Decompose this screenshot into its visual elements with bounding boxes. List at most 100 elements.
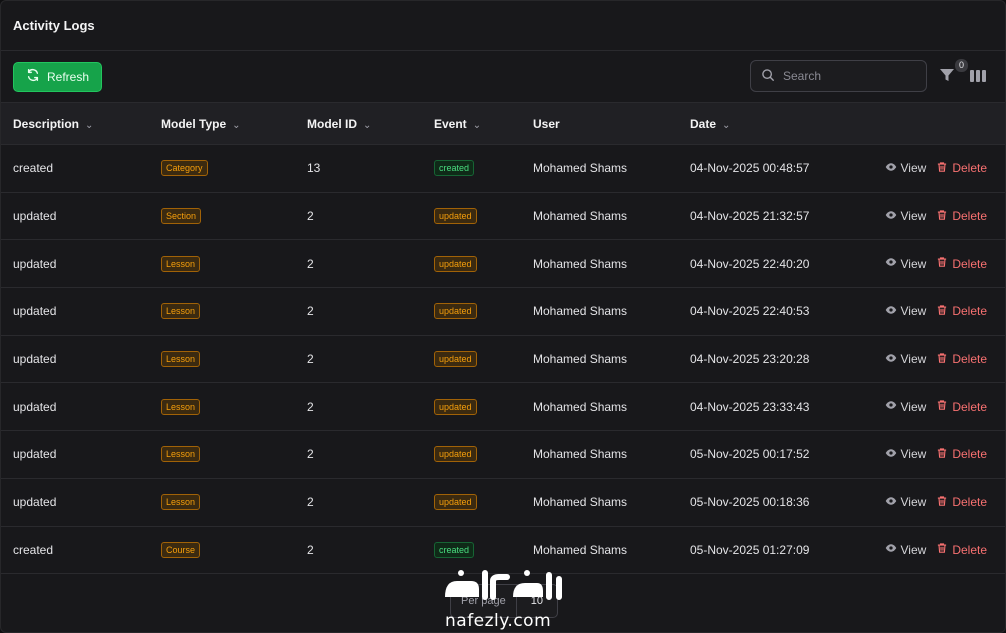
cell-description: updated [13,495,57,510]
cell-model-type: Lesson [149,240,295,288]
activity-log-table: Description ⌄ Model Type ⌄ Model ID ⌄ Event… [1,102,1005,574]
delete-button[interactable]: Delete [936,209,987,224]
cell-actions: View Delete [858,240,1005,288]
cell-date: 04-Nov-2025 00:48:57 [690,161,810,176]
cell-user: Mohamed Shams [533,352,628,367]
event-badge: updated [434,255,477,272]
delete-button[interactable]: Delete [936,447,987,462]
cell-date: 04-Nov-2025 23:33:43 [690,399,810,414]
column-header-actions [858,103,1005,145]
column-header-model-type[interactable]: Model Type ⌄ [149,103,295,145]
trash-icon [936,304,948,319]
eye-icon [885,209,897,224]
columns-toggle-icon[interactable] [969,68,987,84]
view-label: View [900,542,927,557]
model-type-badge: Lesson [161,494,201,511]
cell-user: Mohamed Shams [533,542,628,557]
column-header-model-id[interactable]: Model ID ⌄ [295,103,422,145]
cell-event: created [422,526,521,574]
trash-icon [936,161,948,176]
cell-actions: View Delete [858,431,1005,479]
cell-actions: View Delete [858,383,1005,431]
cell-description: updated [13,399,57,414]
view-button[interactable]: View [885,256,926,271]
table-row: updated Lesson 2 updated Mohamed Shams 04-Nov… [1,383,1005,431]
cell-model-type: Lesson [149,383,295,431]
model-type-badge: Lesson [161,351,201,368]
model-type-badge: Lesson [161,398,201,415]
view-button[interactable]: View [885,352,927,367]
delete-button[interactable]: Delete [936,352,987,367]
cell-date: 04-Nov-2025 22:40:53 [690,304,810,319]
refresh-icon [26,68,40,85]
cell-date: 04-Nov-2025 22:40:20 [690,256,810,271]
refresh-button[interactable]: Refresh [13,61,103,92]
event-badge: updated [434,351,477,368]
cell-actions: View Delete [858,335,1005,383]
cell-actions: View Delete [858,145,1005,193]
cell-event: updated [422,335,521,383]
cell-model-id: 2 [307,495,314,510]
view-label: View [900,352,927,367]
delete-button[interactable]: Delete [936,256,987,271]
cell-user: Mohamed Shams [533,495,628,510]
cell-model-type: Category [149,145,295,193]
delete-button[interactable]: Delete [936,542,987,557]
view-button[interactable]: View [885,542,927,557]
cell-user: Mohamed Shams [533,399,628,414]
cell-model-id: 13 [307,161,321,176]
cell-model-type: Lesson [149,478,295,526]
trash-icon [936,542,948,557]
event-badge: updated [434,303,477,320]
event-badge: created [434,160,475,177]
cell-model-type: Lesson [149,288,295,336]
column-header-event[interactable]: Event ⌄ [422,103,521,145]
cell-model-type: Lesson [149,335,295,383]
view-button[interactable]: View [885,399,926,414]
trash-icon [936,256,948,271]
cell-event: updated [422,192,521,240]
chevron-down-icon: ⌄ [472,119,482,131]
view-button[interactable]: View [885,304,926,319]
event-badge: created [434,541,475,558]
per-page-select[interactable]: Per page 10 [450,584,558,618]
delete-button[interactable]: Delete [936,161,987,176]
cell-actions: View Delete [858,526,1005,574]
cell-model-id: 2 [307,256,314,271]
column-header-description[interactable]: Description ⌄ [1,103,149,145]
trash-icon [936,352,948,367]
delete-label: Delete [952,352,987,367]
model-type-badge: Lesson [161,303,201,320]
delete-label: Delete [952,209,987,224]
view-button[interactable]: View [885,209,926,224]
delete-label: Delete [952,399,987,414]
view-button[interactable]: View [885,495,927,510]
cell-event: created [422,145,521,193]
view-label: View [900,495,927,510]
trash-icon [936,495,948,510]
eye-icon [885,304,897,319]
delete-button[interactable]: Delete [936,304,987,319]
toolbar: Refresh 0 [1,51,1005,102]
event-badge: updated [434,446,477,463]
trash-icon [936,447,948,462]
eye-icon [885,447,897,462]
delete-button[interactable]: Delete [936,495,987,510]
cell-user: Mohamed Shams [533,161,628,176]
eye-icon [885,352,897,367]
column-header-date[interactable]: Date ⌄ [678,103,858,145]
search-input[interactable] [783,69,913,83]
table-row: updated Section 2 updated Mohamed Shams 04-No… [1,192,1005,240]
view-button[interactable]: View [885,161,926,176]
cell-model-id: 2 [307,209,314,224]
delete-button[interactable]: Delete [936,399,987,414]
cell-model-id: 2 [307,352,314,367]
table-row: updated Lesson 2 updated Mohamed Shams 04-Nov… [1,288,1005,336]
cell-event: updated [422,431,521,479]
view-button[interactable]: View [885,447,926,462]
cell-event: updated [422,478,521,526]
cell-description: created [13,542,54,557]
cell-date: 05-Nov-2025 00:17:52 [690,447,810,462]
per-page-label: Per page [461,595,506,607]
filter-button[interactable]: 0 [939,59,968,85]
